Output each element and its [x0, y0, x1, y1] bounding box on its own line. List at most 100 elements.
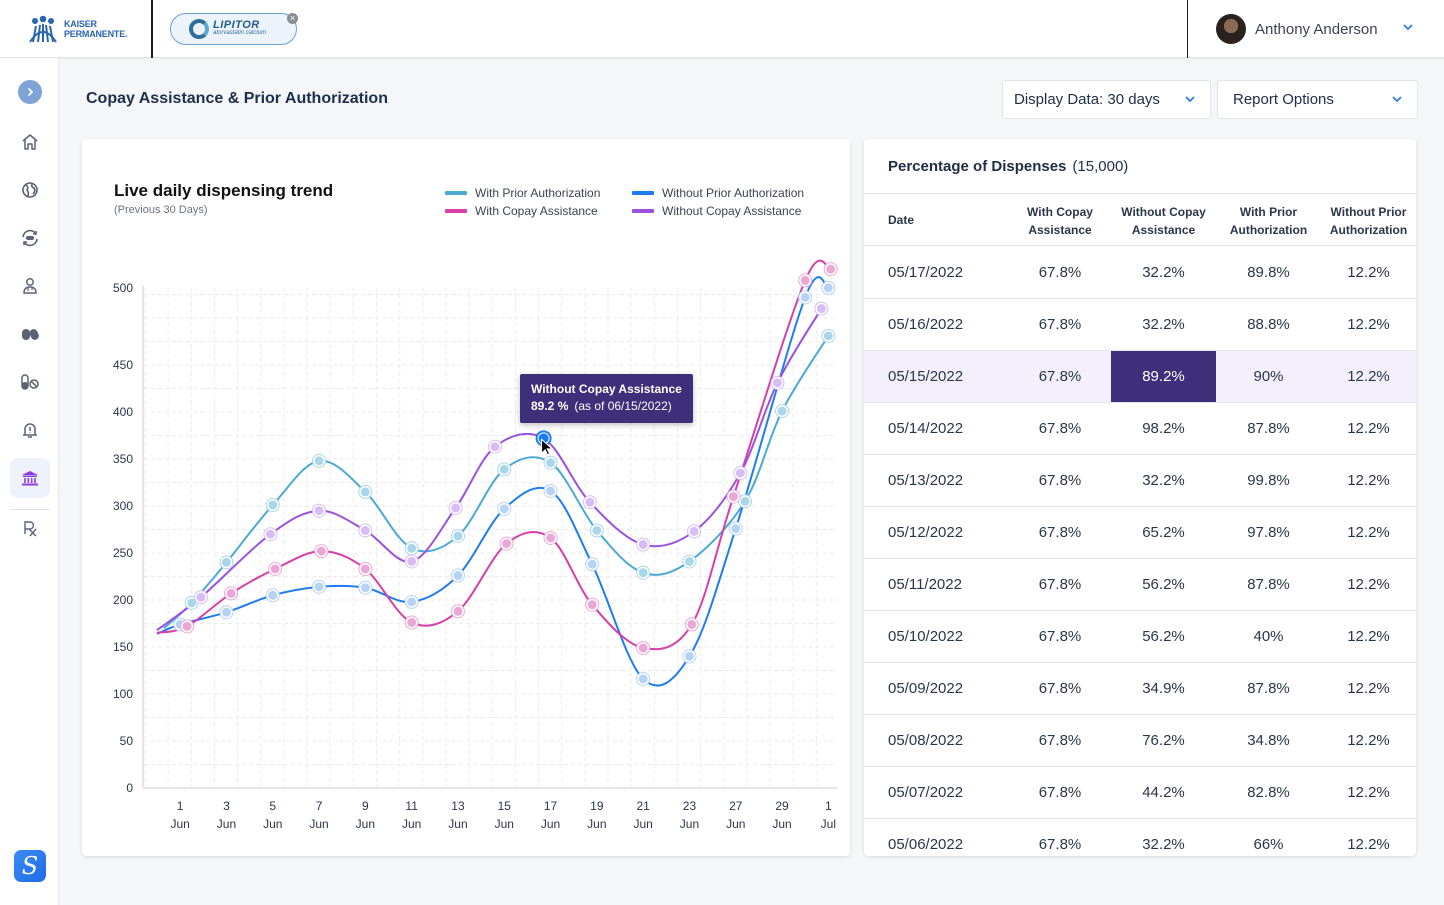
kaiser-permanente-logo[interactable]: KAISER PERMANENTE. — [28, 12, 138, 46]
table-row[interactable]: 05/16/2022 67.8% 32.2% 88.8% 12.2% — [864, 299, 1416, 351]
data-point — [219, 605, 233, 619]
data-point — [312, 580, 326, 594]
report-options-dropdown[interactable]: Report Options — [1217, 80, 1418, 119]
close-icon[interactable]: × — [287, 13, 298, 24]
x-tick-day-label: 5 — [269, 799, 276, 813]
cell-with-prior-auth: 89.8% — [1247, 264, 1290, 281]
data-point — [824, 262, 838, 276]
cell-without-copay: 56.2% — [1142, 576, 1185, 593]
avatar — [1216, 14, 1246, 44]
cell-with-copay: 67.8% — [1038, 316, 1082, 333]
tooltip-title: Without Copay Assistance — [531, 382, 682, 396]
cell-date: 05/08/2022 — [888, 732, 964, 749]
legend-item-with-prior-auth[interactable]: With Prior Authorization — [445, 184, 600, 202]
legend-item-without-prior-auth[interactable]: Without Prior Authorization — [632, 184, 804, 202]
lipitor-logo-icon — [189, 19, 209, 39]
sidebar-item-pills[interactable] — [10, 314, 50, 354]
sidebar-toggle-button[interactable] — [18, 80, 42, 104]
sidebar-item-bank[interactable] — [10, 458, 50, 498]
cell-with-copay: 67.8% — [1038, 420, 1082, 437]
header-with-prior-auth[interactable]: With Prior Authorization — [1216, 203, 1321, 239]
cell-date: 05/13/2022 — [888, 472, 964, 489]
table-row[interactable]: 05/12/2022 67.8% 65.2% 97.8% 12.2% — [864, 507, 1416, 559]
cell-date: 05/06/2022 — [888, 836, 964, 853]
pill-blocked-icon — [21, 374, 39, 390]
data-point — [449, 501, 463, 515]
data-point — [180, 619, 194, 633]
x-tick-day-label: 21 — [636, 799, 650, 813]
data-point — [798, 290, 812, 304]
cell-with-prior-auth: 87.8% — [1247, 420, 1290, 437]
cell-with-prior-auth: 97.8% — [1247, 524, 1290, 541]
chevron-down-icon — [1184, 92, 1196, 106]
sidebar-item-rx[interactable] — [10, 508, 50, 548]
data-point — [451, 604, 465, 618]
cell-without-copay: 44.2% — [1142, 784, 1185, 801]
table-row[interactable]: 05/09/2022 67.8% 34.9% 87.8% 12.2% — [864, 663, 1416, 715]
legend-swatch — [445, 191, 467, 195]
x-tick-month-label: Jun — [495, 817, 514, 831]
bell-icon — [23, 423, 37, 438]
data-point — [682, 554, 696, 568]
x-tick-day-label: 17 — [544, 799, 558, 813]
cell-without-copay: 98.2% — [1142, 420, 1185, 437]
sidebar-item-home[interactable] — [10, 122, 50, 162]
header-without-prior-auth[interactable]: Without Prior Authorization — [1321, 203, 1416, 239]
x-tick-month-label: Jun — [263, 817, 282, 831]
cell-without-prior-auth: 12.2% — [1347, 732, 1390, 749]
sidebar-item-alerts[interactable] — [10, 410, 50, 450]
table-row[interactable]: 05/06/2022 67.8% 32.2% 66% 12.2% — [864, 819, 1416, 856]
sidebar-item-sync[interactable] — [10, 218, 50, 258]
data-point — [544, 531, 558, 545]
chart-subtitle: (Previous 30 Days) — [114, 204, 208, 216]
user-menu[interactable]: Anthony Anderson — [1216, 13, 1378, 45]
sidebar-item-globe[interactable] — [10, 170, 50, 210]
table-row[interactable]: 05/15/2022 67.8% 89.2% 90% 12.2% — [864, 351, 1416, 403]
data-point — [798, 273, 812, 287]
legend-label: Without Prior Authorization — [662, 186, 805, 200]
chart-legend-right: Without Prior Authorization Without Copa… — [632, 184, 804, 220]
table-row[interactable]: 05/13/2022 67.8% 32.2% 99.8% 12.2% — [864, 455, 1416, 507]
drug-brand-chip[interactable]: LIPITOR atorvastatin calcium — [170, 13, 297, 45]
app-launcher-icon[interactable]: S — [14, 850, 46, 882]
sidebar-item-blocked-pill[interactable] — [10, 362, 50, 402]
cell-with-prior-auth: 34.8% — [1247, 732, 1290, 749]
sidebar: S — [0, 58, 59, 905]
cell-date: 05/10/2022 — [888, 628, 964, 645]
y-tick-label: 100 — [113, 687, 133, 701]
x-tick-month-label: Jun — [680, 817, 699, 831]
header-with-copay[interactable]: With Copay Assistance — [1006, 203, 1114, 239]
table-row[interactable]: 05/14/2022 67.8% 98.2% 87.8% 12.2% — [864, 403, 1416, 455]
data-point — [544, 484, 558, 498]
table-row[interactable]: 05/07/2022 67.8% 44.2% 82.8% 12.2% — [864, 767, 1416, 819]
legend-item-without-copay[interactable]: Without Copay Assistance — [632, 202, 804, 220]
cell-without-prior-auth: 12.2% — [1347, 420, 1390, 437]
table-row[interactable]: 05/08/2022 67.8% 76.2% 34.8% 12.2% — [864, 715, 1416, 767]
header-without-copay[interactable]: Without Copay Assistance — [1111, 203, 1216, 239]
table-row[interactable]: 05/11/2022 67.8% 56.2% 87.8% 12.2% — [864, 559, 1416, 611]
header-date[interactable]: Date — [888, 211, 914, 229]
legend-swatch — [445, 209, 467, 213]
display-data-dropdown[interactable]: Display Data: 30 days — [1002, 80, 1211, 119]
kaiser-logo-text: KAISER PERMANENTE. — [64, 19, 128, 39]
pills-icon — [22, 329, 39, 340]
data-point — [451, 529, 465, 543]
logo-line2: PERMANENTE. — [64, 29, 128, 39]
cell-with-copay: 67.8% — [1038, 732, 1082, 749]
series-line-without-copay-assistance — [156, 308, 823, 631]
chevron-down-icon[interactable] — [1402, 20, 1414, 34]
table-row[interactable]: 05/17/2022 67.8% 32.2% 89.8% 12.2% — [864, 247, 1416, 299]
x-tick-day-label: 7 — [316, 799, 323, 813]
y-tick-label: 500 — [113, 281, 133, 295]
report-options-label: Report Options — [1233, 91, 1334, 108]
cell-date: 05/11/2022 — [888, 576, 962, 593]
sidebar-item-doctor[interactable] — [10, 266, 50, 306]
cell-with-copay: 67.8% — [1038, 784, 1082, 801]
table-row[interactable]: 05/10/2022 67.8% 56.2% 40% 12.2% — [864, 611, 1416, 663]
cell-with-prior-auth: 87.8% — [1247, 680, 1290, 697]
legend-item-with-copay[interactable]: With Copay Assistance — [445, 202, 600, 220]
data-point — [590, 523, 604, 537]
data-point — [585, 598, 599, 612]
user-divider — [1187, 0, 1188, 58]
y-tick-label: 150 — [113, 640, 133, 654]
